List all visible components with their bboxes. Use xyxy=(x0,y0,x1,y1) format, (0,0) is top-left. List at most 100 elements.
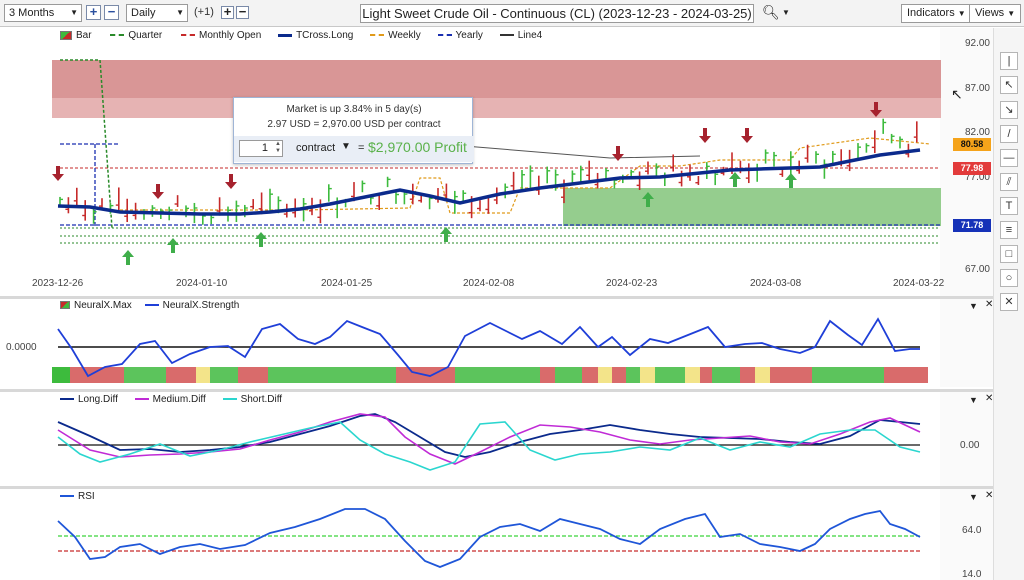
yearly-swatch xyxy=(437,34,452,37)
buy-arrow-icon xyxy=(729,172,741,187)
fibonacci-tool-icon[interactable]: ≡ xyxy=(1000,221,1018,239)
diff-legend: Long.Diff Medium.Diff Short.Diff xyxy=(60,394,282,405)
neural-max-segment xyxy=(884,367,928,383)
views-label: Views xyxy=(975,7,1005,19)
diff-pane[interactable]: Long.Diff Medium.Diff Short.Diff 0.00 ▼ … xyxy=(0,392,993,488)
neural-strength-swatch xyxy=(144,304,159,307)
legend-bar: Bar xyxy=(76,30,92,41)
decrement-button[interactable]: − xyxy=(236,5,249,19)
monthly-swatch xyxy=(181,34,196,37)
indicators-button[interactable]: Indicators ▼ xyxy=(901,4,972,23)
tooltip-calculator: 1 ▲ ▼ contract ▼ = $2,970.00 Profit xyxy=(234,136,474,162)
zoom-out-button[interactable]: − xyxy=(104,5,119,20)
range-select[interactable]: 3 Months ▼ xyxy=(4,4,82,22)
channel-tool-icon[interactable]: ⫽ xyxy=(1000,173,1018,191)
spinner-icon[interactable]: ▲ ▼ xyxy=(275,141,281,155)
rsi-swatch xyxy=(60,495,74,498)
date-tick: 2024-01-25 xyxy=(321,278,373,289)
search-icon[interactable]: 🔍︎ xyxy=(762,4,780,21)
bar-swatch xyxy=(60,30,72,40)
neural-max-segment xyxy=(196,367,210,383)
date-tick: 2024-01-10 xyxy=(176,278,228,289)
ray-tool-icon[interactable]: / xyxy=(1000,125,1018,143)
legend-yearly: Yearly xyxy=(455,30,483,41)
monthly-open-price-box: 77.98 xyxy=(953,162,991,175)
long-diff-swatch xyxy=(60,398,74,401)
neural-max-segment xyxy=(626,367,640,383)
buy-arrow-icon xyxy=(440,227,452,242)
price-pane[interactable]: 92.00 87.00 82.00 77.00 67.00 2023-12-26… xyxy=(0,28,993,296)
legend-rsi: RSI xyxy=(78,491,95,502)
interval-value: Daily xyxy=(131,7,156,19)
neural-max-segment xyxy=(812,367,884,383)
tcross-swatch xyxy=(278,33,293,37)
neural-axis-label: 0.0000 xyxy=(6,342,37,353)
rsi-legend: RSI xyxy=(60,491,95,502)
neural-max-swatch xyxy=(60,301,70,310)
legend-long-diff: Long.Diff xyxy=(78,394,118,405)
rectangle-tool-icon[interactable]: □ xyxy=(1000,245,1018,263)
text-tool-icon[interactable]: T xyxy=(1000,197,1018,215)
rsi-pane[interactable]: RSI 64.0 14.0 ▼ ✕ xyxy=(0,489,993,580)
views-button[interactable]: Views ▼ xyxy=(969,4,1022,23)
legend-quarter: Quarter xyxy=(128,30,163,41)
resistance-zone-light xyxy=(52,98,941,118)
price-chart-svg: 92.00 87.00 82.00 77.00 67.00 2023-12-26… xyxy=(32,28,993,296)
long-diff-line xyxy=(57,413,921,458)
contract-qty-input[interactable]: 1 ▲ ▼ xyxy=(239,140,283,157)
chevron-down-icon[interactable]: ▼ xyxy=(969,492,978,502)
neural-max-segment xyxy=(268,367,396,383)
neural-max-segment xyxy=(755,367,770,383)
current-price-box: 80.58 xyxy=(953,138,991,151)
price-tick: 67.00 xyxy=(965,264,990,275)
circle-tool-icon[interactable]: ○ xyxy=(1000,269,1018,287)
quarter-swatch xyxy=(110,34,125,37)
chevron-down-icon: ▼ xyxy=(957,9,966,18)
medium-diff-swatch xyxy=(134,398,149,401)
neural-max-segment xyxy=(700,367,712,383)
buy-arrow-icon xyxy=(122,250,134,265)
neural-max-segment xyxy=(612,367,626,383)
medium-diff-line xyxy=(57,413,921,465)
neural-pane[interactable]: NeuralX.Max NeuralX.Strength 0.0000 ▼ ✕ xyxy=(0,299,993,387)
main-legend: Bar Quarter Monthly Open TCross.Long Wee… xyxy=(60,30,542,41)
neural-max-segment xyxy=(712,367,740,383)
instrument-title[interactable]: Light Sweet Crude Oil - Continuous (CL) … xyxy=(360,4,754,23)
horizontal-line-icon[interactable]: — xyxy=(1000,149,1018,167)
support-zone xyxy=(563,188,941,226)
sell-arrow-icon xyxy=(225,174,237,189)
chevron-down-icon: ▼ xyxy=(1007,9,1016,18)
qty-value: 1 xyxy=(261,142,268,154)
neural-max-segment xyxy=(685,367,700,383)
pointer-tool-icon[interactable]: ↖ xyxy=(1000,76,1018,94)
legend-line4: Line4 xyxy=(517,30,543,41)
interval-select[interactable]: Daily ▼ xyxy=(126,4,188,22)
trend-tool-icon[interactable]: ↘ xyxy=(1000,101,1018,119)
legend-neural-strength: NeuralX.Strength xyxy=(162,300,240,311)
legend-monthly-open: Monthly Open xyxy=(199,30,262,41)
increment-button[interactable]: + xyxy=(221,5,234,19)
chevron-down-icon[interactable]: ▼ xyxy=(782,8,790,17)
chevron-down-icon[interactable]: ▼ xyxy=(341,141,351,152)
mouse-cursor-icon: ↖ xyxy=(951,86,963,102)
rsi-lower-label: 14.0 xyxy=(962,569,982,580)
chevron-down-icon: ▼ xyxy=(176,8,184,17)
date-tick: 2024-02-23 xyxy=(606,278,658,289)
toolbar: 3 Months ▼ + − Daily ▼ (+1) + − Light Swee… xyxy=(0,0,1024,27)
short-diff-swatch xyxy=(222,398,237,401)
neural-chart-svg xyxy=(52,299,993,387)
neural-max-segment xyxy=(540,367,555,383)
chevron-down-icon[interactable]: ▼ xyxy=(969,301,978,311)
delete-tool-icon[interactable]: ✕ xyxy=(1000,293,1018,311)
line-tool-icon[interactable]: | xyxy=(1000,52,1018,70)
chevron-down-icon[interactable]: ▼ xyxy=(969,395,978,405)
legend-neural-max: NeuralX.Max xyxy=(74,300,132,311)
rsi-chart-svg xyxy=(57,489,993,580)
buy-arrow-icon xyxy=(255,232,267,247)
price-tick: 87.00 xyxy=(965,83,990,94)
zoom-in-button[interactable]: + xyxy=(86,5,101,20)
date-tick: 2024-03-22 xyxy=(893,278,945,289)
legend-weekly: Weekly xyxy=(388,30,421,41)
contract-unit-select[interactable]: contract xyxy=(296,142,335,154)
neural-max-segment xyxy=(582,367,598,383)
